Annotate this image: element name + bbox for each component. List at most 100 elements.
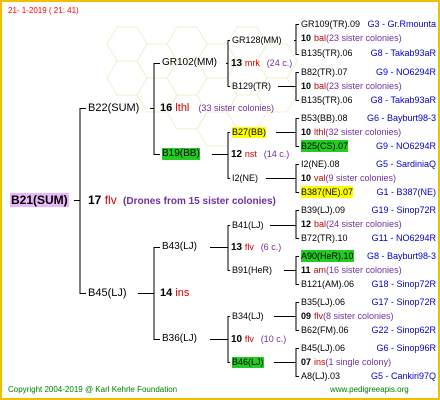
g5-queen[interactable]: B82(TR).07: [301, 66, 348, 78]
g3-number: 13: [231, 58, 243, 69]
g5-origin: G3 - Gr.Rmounta: [367, 19, 436, 29]
g3-info-3: 13 flv (6 c.): [231, 241, 281, 254]
sire-info: 14 ins: [160, 287, 189, 300]
g5-origin: G6 - Bayburt98-3: [366, 113, 436, 123]
g5-origin: G5 - Cankiri97Q: [370, 371, 436, 381]
g5-queen[interactable]: B35(LJ).06: [301, 296, 345, 308]
g3-note: (10 c.): [260, 334, 287, 344]
g5-number: 10: [301, 33, 312, 43]
g5-mating-info: 09 flv(8 sister colonies): [301, 310, 394, 322]
g5-origin: G9 - NO6294R: [375, 67, 436, 77]
g5-note: (8 sister colonies): [323, 311, 394, 321]
g5-queen[interactable]: B72(TR).10: [301, 232, 348, 244]
g5-queen[interactable]: B121(AM).06: [301, 278, 354, 290]
root-queen[interactable]: B21(SUM): [10, 193, 69, 207]
g5-abbr: bal: [314, 219, 327, 229]
g5-note: (23 sister colonies): [326, 81, 402, 91]
root-code: B21(SUM): [10, 193, 69, 207]
g5-origin: G8 - Takab93aR: [370, 48, 436, 58]
g5-note: (24 sister colonies): [326, 219, 402, 229]
g4-queen-3[interactable]: B27(BB): [232, 127, 267, 138]
g3-number: 13: [231, 242, 243, 253]
g5-origin: G6 - Sinop96R: [376, 343, 436, 353]
dam-queen[interactable]: B22(SUM): [88, 102, 139, 115]
sire-queen[interactable]: B45(LJ): [88, 287, 127, 300]
g3-abbr: mrk: [244, 58, 260, 68]
dam-note: (33 sister colonies): [198, 103, 274, 113]
g5-queen[interactable]: A90(HeR).10: [301, 250, 354, 262]
g3-queen-3[interactable]: B43(LJ): [162, 241, 197, 253]
g5-queen[interactable]: B25(CS).07: [301, 140, 349, 152]
g5-abbr: bal: [314, 81, 327, 91]
g5-number: 07: [301, 357, 312, 367]
g4-queen-6[interactable]: B91(HeR): [232, 265, 272, 276]
website-link[interactable]: www.pedigreeapis.org: [330, 384, 409, 396]
g5-number: 10: [301, 81, 312, 91]
g5-mating-info: 10 bal(23 sister colonies): [301, 32, 402, 44]
g5-mating-info: 10 lthl(32 sister colonies): [301, 126, 401, 138]
root-note: (Drones from 15 sister colonies): [123, 196, 276, 207]
g5-queen[interactable]: A8(LJ).03: [301, 370, 340, 382]
root-abbr: flv: [104, 193, 117, 207]
g5-origin: G9 - NO6294R: [375, 141, 436, 151]
g3-note: (14 c.): [263, 149, 290, 159]
g5-number: 12: [301, 219, 312, 229]
g5-abbr: val: [314, 173, 326, 183]
g5-number: 10: [301, 173, 312, 183]
g5-queen[interactable]: B135(TR).06: [301, 94, 353, 106]
g4-queen-4[interactable]: I2(NE): [232, 173, 258, 184]
g5-queen[interactable]: B39(LJ).09: [301, 204, 345, 216]
g5-note: (16 sister colonies): [326, 265, 402, 275]
g3-number: 10: [231, 334, 243, 345]
pedigree-frame: 21- 1-2019 ( 21: 41) Copyright 2004-2019…: [0, 0, 440, 400]
g5-number: 10: [301, 127, 312, 137]
g3-queen-4[interactable]: B36(LJ): [162, 333, 197, 345]
g5-abbr: bal: [314, 33, 327, 43]
g5-queen[interactable]: I2(NE).08: [301, 158, 340, 170]
g5-queen[interactable]: B53(BB).08: [301, 112, 348, 124]
g5-origin: G8 - Takab93aR: [370, 95, 436, 105]
g4-queen-8[interactable]: B46(LJ): [232, 357, 264, 368]
g5-origin: G1 - B387(NE): [376, 187, 436, 197]
g5-queen[interactable]: B62(FM).06: [301, 324, 349, 336]
dam-info: 16 lthl (33 sister colonies): [160, 102, 274, 115]
g5-note: (23 sister colonies): [326, 33, 402, 43]
g5-queen[interactable]: B45(LJ).06: [301, 342, 345, 354]
g5-abbr: ins: [314, 357, 326, 367]
g5-origin: G17 - Sinop72R: [371, 297, 436, 307]
g5-abbr: lthl: [314, 127, 326, 137]
root-number: 17: [88, 193, 102, 207]
g5-number: 11: [301, 265, 311, 275]
g5-number: 09: [301, 311, 312, 321]
g3-number: 12: [231, 149, 243, 160]
g4-queen-2[interactable]: B129(TR): [232, 81, 271, 92]
g5-note: (1 single colony): [325, 357, 392, 367]
g4-queen-5[interactable]: B41(LJ): [232, 220, 264, 231]
g5-mating-info: 10 bal(23 sister colonies): [301, 80, 402, 92]
g5-queen[interactable]: B135(TR).06: [301, 47, 353, 59]
g3-queen-1[interactable]: GR102(MM): [162, 57, 217, 69]
g4-queen-1[interactable]: GR128(MM): [232, 35, 282, 46]
g5-queen[interactable]: B387(NE).07: [301, 186, 354, 198]
g3-abbr: flv: [244, 242, 254, 252]
g3-note: (24 c.): [266, 58, 293, 68]
g3-info-4: 10 flv (10 c.): [231, 333, 286, 346]
sire-abbr: ins: [175, 287, 190, 299]
g5-origin: G5 - SardiniaQ: [375, 159, 436, 169]
g5-origin: G8 - Bayburt98-3: [366, 251, 436, 261]
g3-info-2: 12 nst (14 c.): [231, 148, 289, 161]
g5-origin: G11 - NO6294R: [371, 233, 436, 243]
g5-abbr: am: [313, 265, 327, 275]
sire-number: 14: [160, 287, 173, 299]
g5-abbr: flv: [314, 311, 324, 321]
g3-abbr: nst: [244, 149, 257, 159]
g3-queen-2[interactable]: B19(BB): [162, 148, 200, 160]
g3-abbr: flv: [244, 334, 254, 344]
g5-origin: G22 - Sinop62R: [371, 325, 436, 335]
g5-origin: G19 - Sinop72R: [371, 205, 436, 215]
g5-mating-info: 07 ins(1 single colony): [301, 356, 391, 368]
g5-note: (9 sister colonies): [325, 173, 397, 183]
g4-queen-7[interactable]: B34(LJ): [232, 311, 264, 322]
timestamp-header: 21- 1-2019 ( 21: 41): [8, 6, 79, 15]
g5-queen[interactable]: GR109(TR).09: [301, 18, 360, 30]
